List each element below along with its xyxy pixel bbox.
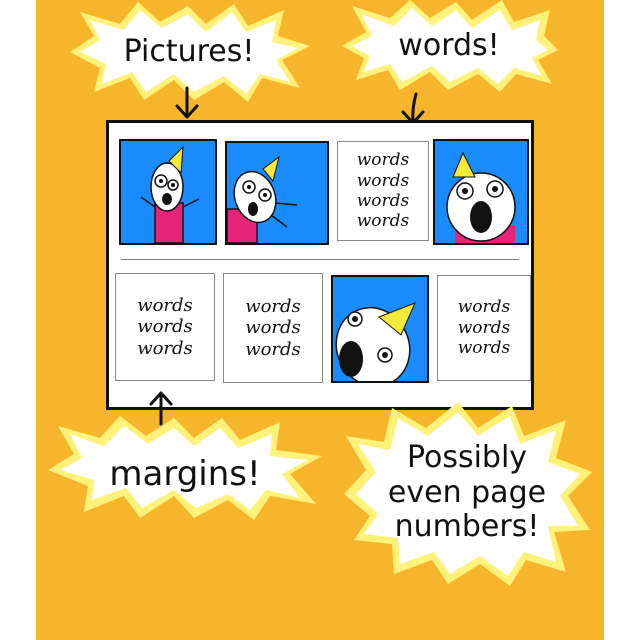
callout-line: numbers! [394,509,540,545]
callout-line: even page [387,474,547,510]
text-line: words [137,316,193,338]
picture-panel [433,139,529,245]
words-callout-text: words! [398,28,500,64]
text-line: words [457,297,511,318]
text-block: words words words [115,273,215,381]
text-line: words [457,317,511,338]
callout-line: Possibly [406,440,528,476]
picture-panel [119,139,217,245]
page-numbers-callout: Possibly even page numbers! [340,400,594,586]
text-line: words [245,317,301,339]
down-arrow-icon [175,86,199,119]
margins-callout-text: margins! [109,453,261,494]
text-line: words [137,337,193,359]
creature-illustration [446,151,516,243]
text-line: words [356,191,410,211]
creature-illustration [140,145,200,243]
picture-panel [331,275,429,383]
text-line: words [137,294,193,316]
text-line: words [245,338,301,360]
creature-illustration [227,155,298,243]
text-line: words [245,295,301,317]
text-line: words [457,338,511,359]
text-block: words words words words [337,141,429,241]
text-line: words [356,211,410,232]
margins-callout: margins! [44,414,326,522]
words-callout: words! [338,0,560,92]
page-numbers-callout-text: Possibly even page numbers! [340,400,594,586]
text-line: words [356,150,410,171]
page-divider [121,259,519,260]
picture-panel [225,141,329,245]
page-layout: words words words words words words word… [106,120,534,410]
text-line: words [356,170,410,191]
text-block: words words words [223,273,323,383]
text-block: words words words [437,275,531,381]
creature-illustration [335,302,416,381]
